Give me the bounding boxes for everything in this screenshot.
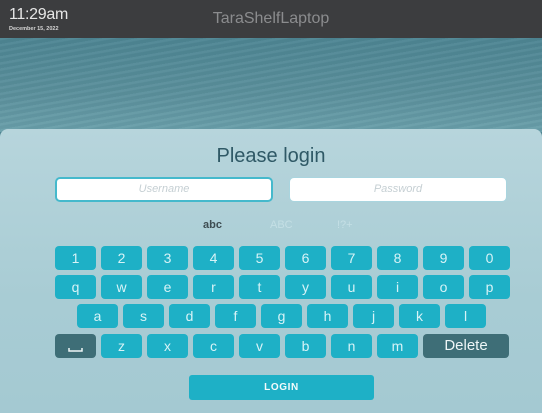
key-g[interactable]: g bbox=[261, 304, 302, 328]
key-p[interactable]: p bbox=[469, 275, 510, 299]
key-t[interactable]: t bbox=[239, 275, 280, 299]
key-6[interactable]: 6 bbox=[285, 246, 326, 270]
password-field[interactable]: Password bbox=[289, 177, 507, 202]
key-x[interactable]: x bbox=[147, 334, 188, 358]
key-4[interactable]: 4 bbox=[193, 246, 234, 270]
key-c[interactable]: c bbox=[193, 334, 234, 358]
space-key[interactable] bbox=[55, 334, 96, 358]
delete-key[interactable]: Delete bbox=[423, 334, 509, 358]
key-a[interactable]: a bbox=[77, 304, 118, 328]
hostname: TaraShelfLaptop bbox=[212, 10, 330, 27]
mode-uppercase-tab[interactable]: ABC bbox=[270, 219, 293, 231]
login-panel bbox=[0, 129, 542, 413]
key-y[interactable]: y bbox=[285, 275, 326, 299]
key-3[interactable]: 3 bbox=[147, 246, 188, 270]
key-8[interactable]: 8 bbox=[377, 246, 418, 270]
key-d[interactable]: d bbox=[169, 304, 210, 328]
login-button[interactable]: LOGIN bbox=[189, 375, 374, 400]
key-m[interactable]: m bbox=[377, 334, 418, 358]
key-q[interactable]: q bbox=[55, 275, 96, 299]
key-o[interactable]: o bbox=[423, 275, 464, 299]
key-7[interactable]: 7 bbox=[331, 246, 372, 270]
key-s[interactable]: s bbox=[123, 304, 164, 328]
background-image bbox=[0, 38, 542, 132]
key-0[interactable]: 0 bbox=[469, 246, 510, 270]
key-b[interactable]: b bbox=[285, 334, 326, 358]
key-v[interactable]: v bbox=[239, 334, 280, 358]
key-h[interactable]: h bbox=[307, 304, 348, 328]
key-l[interactable]: l bbox=[445, 304, 486, 328]
key-9[interactable]: 9 bbox=[423, 246, 464, 270]
key-w[interactable]: w bbox=[101, 275, 142, 299]
key-u[interactable]: u bbox=[331, 275, 372, 299]
username-field[interactable]: Username bbox=[55, 177, 273, 202]
top-bar: 11:29am December 15, 2022 TaraShelfLapto… bbox=[0, 0, 542, 38]
key-1[interactable]: 1 bbox=[55, 246, 96, 270]
space-bar-icon bbox=[68, 348, 83, 352]
mode-lowercase-tab[interactable]: abc bbox=[203, 219, 222, 231]
mode-symbols-tab[interactable]: !?+ bbox=[337, 219, 353, 231]
key-r[interactable]: r bbox=[193, 275, 234, 299]
key-5[interactable]: 5 bbox=[239, 246, 280, 270]
key-i[interactable]: i bbox=[377, 275, 418, 299]
key-n[interactable]: n bbox=[331, 334, 372, 358]
key-e[interactable]: e bbox=[147, 275, 188, 299]
key-j[interactable]: j bbox=[353, 304, 394, 328]
key-k[interactable]: k bbox=[399, 304, 440, 328]
key-2[interactable]: 2 bbox=[101, 246, 142, 270]
login-title: Please login bbox=[216, 145, 326, 167]
key-f[interactable]: f bbox=[215, 304, 256, 328]
key-z[interactable]: z bbox=[101, 334, 142, 358]
